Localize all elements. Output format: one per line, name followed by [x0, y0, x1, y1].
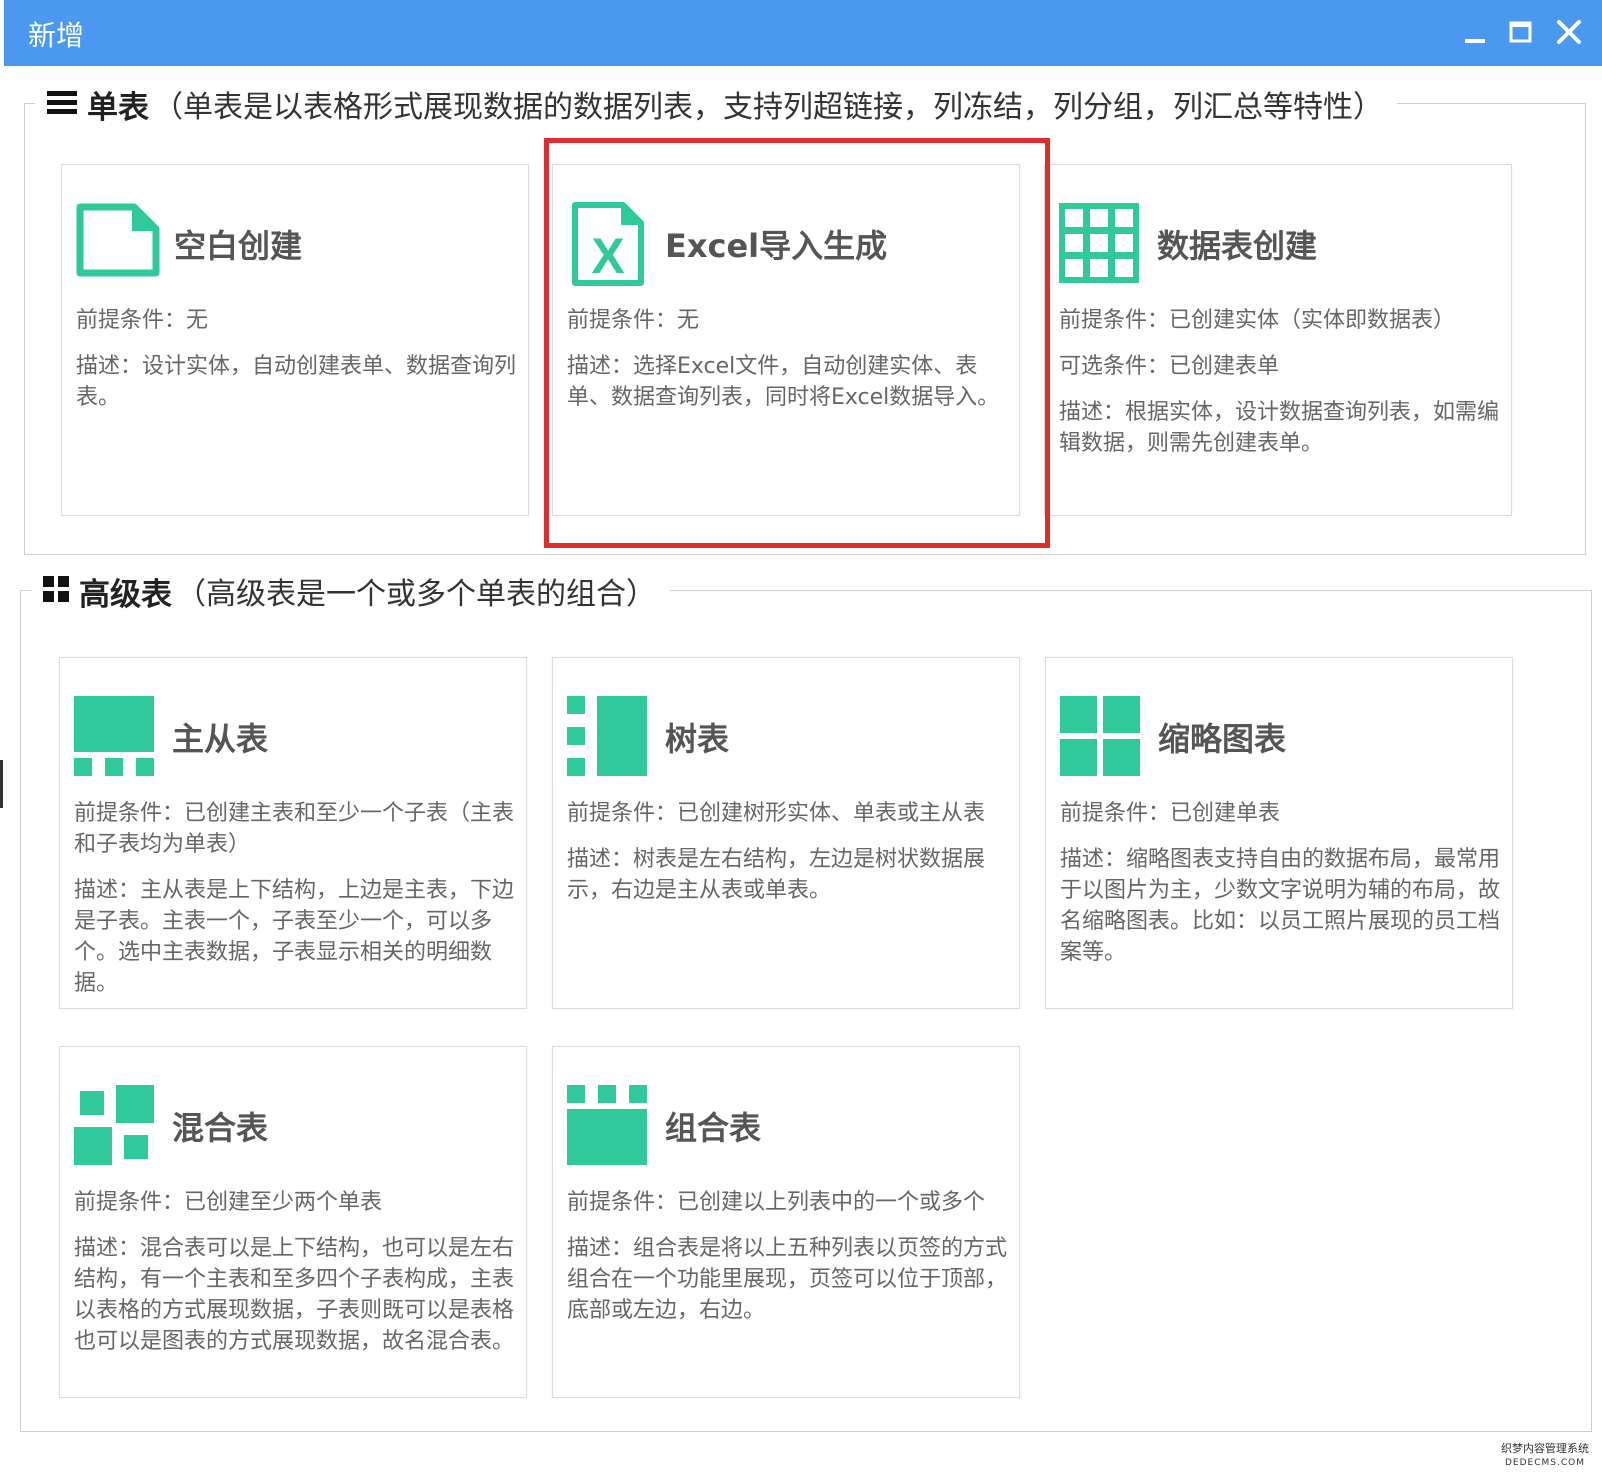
- card-description: 前提条件：已创建树形实体、单表或主从表 描述：树表是左右结构，左边是树状数据展示…: [567, 798, 1009, 921]
- section-advanced-table: 高级表 （高级表是一个或多个单表的组合） 主从表 前提条件：已创建主表和至少一个…: [20, 569, 1592, 1432]
- edge-mark: [0, 760, 3, 808]
- card-prerequisite: 前提条件：已创建以上列表中的一个或多个: [567, 1190, 986, 1215]
- section-legend: 高级表 （高级表是一个或多个单表的组合）: [31, 569, 670, 613]
- watermark-line2: DEDECMS.COM: [1505, 1458, 1585, 1468]
- tabbed-combo-icon: [567, 1085, 647, 1165]
- card-prerequisite: 前提条件：已创建树形实体、单表或主从表: [567, 801, 986, 826]
- card-description: 前提条件：已创建主表和至少一个子表（主表和子表均为单表） 描述：主从表是上下结构…: [74, 798, 516, 1014]
- card-text: 描述：树表是左右结构，左边是树状数据展示，右边是主从表或单表。: [567, 847, 986, 903]
- card-prerequisite: 前提条件：无: [567, 308, 700, 333]
- card-title: 树表: [665, 720, 730, 758]
- maximize-icon[interactable]: [1502, 13, 1540, 51]
- section-title: 单表: [87, 89, 149, 126]
- card-text: 描述：混合表可以是上下结构，也可以是左右结构，有一个主表和至多四个子表构成，主表…: [74, 1236, 515, 1354]
- card-title: 缩略图表: [1158, 720, 1287, 758]
- section-title: 高级表: [79, 576, 172, 613]
- title-bar[interactable]: 新增: [4, 0, 1602, 66]
- master-detail-icon: [74, 696, 154, 776]
- card-title: 空白创建: [174, 227, 303, 265]
- card-prerequisite: 前提条件：无: [76, 308, 209, 333]
- blank-file-icon: [76, 203, 160, 283]
- card-title: 组合表: [665, 1109, 762, 1147]
- card-description: 前提条件：无 描述：设计实体，自动创建表单、数据查询列表。: [76, 305, 518, 428]
- minimize-icon[interactable]: [1456, 13, 1494, 51]
- section-description: （单表是以表格形式展现数据的数据列表，支持列超链接，列冻结，列分组，列汇总等特性…: [153, 90, 1383, 125]
- card-description: 前提条件：已创建至少两个单表 描述：混合表可以是上下结构，也可以是左右结构，有一…: [74, 1187, 516, 1372]
- section-legend: 单表 （单表是以表格形式展现数据的数据列表，支持列超链接，列冻结，列分组，列汇总…: [35, 82, 1397, 126]
- card-title: Excel导入生成: [665, 227, 888, 265]
- card-datatable-create[interactable]: 数据表创建 前提条件：已创建实体（实体即数据表） 可选条件：已创建表单 描述：根…: [1044, 164, 1512, 516]
- watermark: 织梦内容管理系统 DEDECMS.COM: [1490, 1442, 1600, 1470]
- card-prerequisite: 前提条件：已创建主表和至少一个子表（主表和子表均为单表）: [74, 801, 515, 857]
- dialog-window: 新增 单表 （单表是以表格形式展现数据的数据列表，支持列超链接，列冻结，列分组，…: [4, 0, 1602, 1475]
- card-text: 描述：缩略图表支持自由的数据布局，最常用于以图片为主，少数文字说明为辅的布局，故…: [1060, 847, 1501, 965]
- card-mixed-table[interactable]: 混合表 前提条件：已创建至少两个单表 描述：混合表可以是上下结构，也可以是左右结…: [59, 1046, 527, 1398]
- section-description: （高级表是一个或多个单表的组合）: [176, 577, 656, 612]
- excel-file-icon: X: [571, 201, 651, 286]
- list-icon: [47, 89, 77, 119]
- svg-text:X: X: [591, 228, 624, 284]
- card-description: 前提条件：已创建单表 描述：缩略图表支持自由的数据布局，最常用于以图片为主，少数…: [1060, 798, 1502, 983]
- card-combo-table[interactable]: 组合表 前提条件：已创建以上列表中的一个或多个 描述：组合表是将以上五种列表以页…: [552, 1046, 1020, 1398]
- card-text: 描述：根据实体，设计数据查询列表，如需编辑数据，则需先创建表单。: [1059, 400, 1500, 456]
- card-prerequisite: 前提条件：已创建单表: [1060, 801, 1281, 826]
- card-text: 描述：设计实体，自动创建表单、数据查询列表。: [76, 354, 517, 410]
- card-description: 前提条件：无 描述：选择Excel文件，自动创建实体、表单、数据查询列表，同时将…: [567, 305, 1009, 428]
- close-icon[interactable]: [1550, 13, 1588, 51]
- card-text: 描述：选择Excel文件，自动创建实体、表单、数据查询列表，同时将Excel数据…: [567, 354, 1000, 410]
- card-description: 前提条件：已创建以上列表中的一个或多个 描述：组合表是将以上五种列表以页签的方式…: [567, 1187, 1009, 1341]
- card-blank-create[interactable]: 空白创建 前提条件：无 描述：设计实体，自动创建表单、数据查询列表。: [61, 164, 529, 516]
- card-thumbnail-table[interactable]: 缩略图表 前提条件：已创建单表 描述：缩略图表支持自由的数据布局，最常用于以图片…: [1045, 657, 1513, 1009]
- watermark-line1: 织梦内容管理系统: [1501, 1442, 1589, 1455]
- card-text: 描述：组合表是将以上五种列表以页签的方式组合在一个功能里展现，页签可以位于顶部，…: [567, 1236, 1008, 1323]
- card-title: 主从表: [172, 720, 269, 758]
- card-tree-table[interactable]: 树表 前提条件：已创建树形实体、单表或主从表 描述：树表是左右结构，左边是树状数…: [552, 657, 1020, 1009]
- section-single-table: 单表 （单表是以表格形式展现数据的数据列表，支持列超链接，列冻结，列分组，列汇总…: [24, 82, 1586, 555]
- thumbnail-icon: [1060, 696, 1140, 776]
- card-master-detail[interactable]: 主从表 前提条件：已创建主表和至少一个子表（主表和子表均为单表） 描述：主从表是…: [59, 657, 527, 1009]
- card-description: 前提条件：已创建实体（实体即数据表） 可选条件：已创建表单 描述：根据实体，设计…: [1059, 305, 1501, 474]
- card-optional: 可选条件：已创建表单: [1059, 354, 1280, 379]
- card-excel-import[interactable]: X Excel导入生成 前提条件：无 描述：选择Excel文件，自动创建实体、表…: [552, 164, 1020, 516]
- tree-table-icon: [567, 696, 647, 776]
- mixed-table-icon: [74, 1085, 154, 1165]
- grid-icon: [43, 576, 69, 606]
- card-title: 数据表创建: [1157, 227, 1318, 265]
- card-title: 混合表: [172, 1109, 269, 1147]
- card-prerequisite: 前提条件：已创建至少两个单表: [74, 1190, 383, 1215]
- card-text: 描述：主从表是上下结构，上边是主表，下边是子表。主表一个，子表至少一个，可以多个…: [74, 878, 515, 996]
- data-table-icon: [1059, 203, 1139, 283]
- window-title: 新增: [28, 19, 85, 52]
- card-prerequisite: 前提条件：已创建实体（实体即数据表）: [1059, 308, 1456, 333]
